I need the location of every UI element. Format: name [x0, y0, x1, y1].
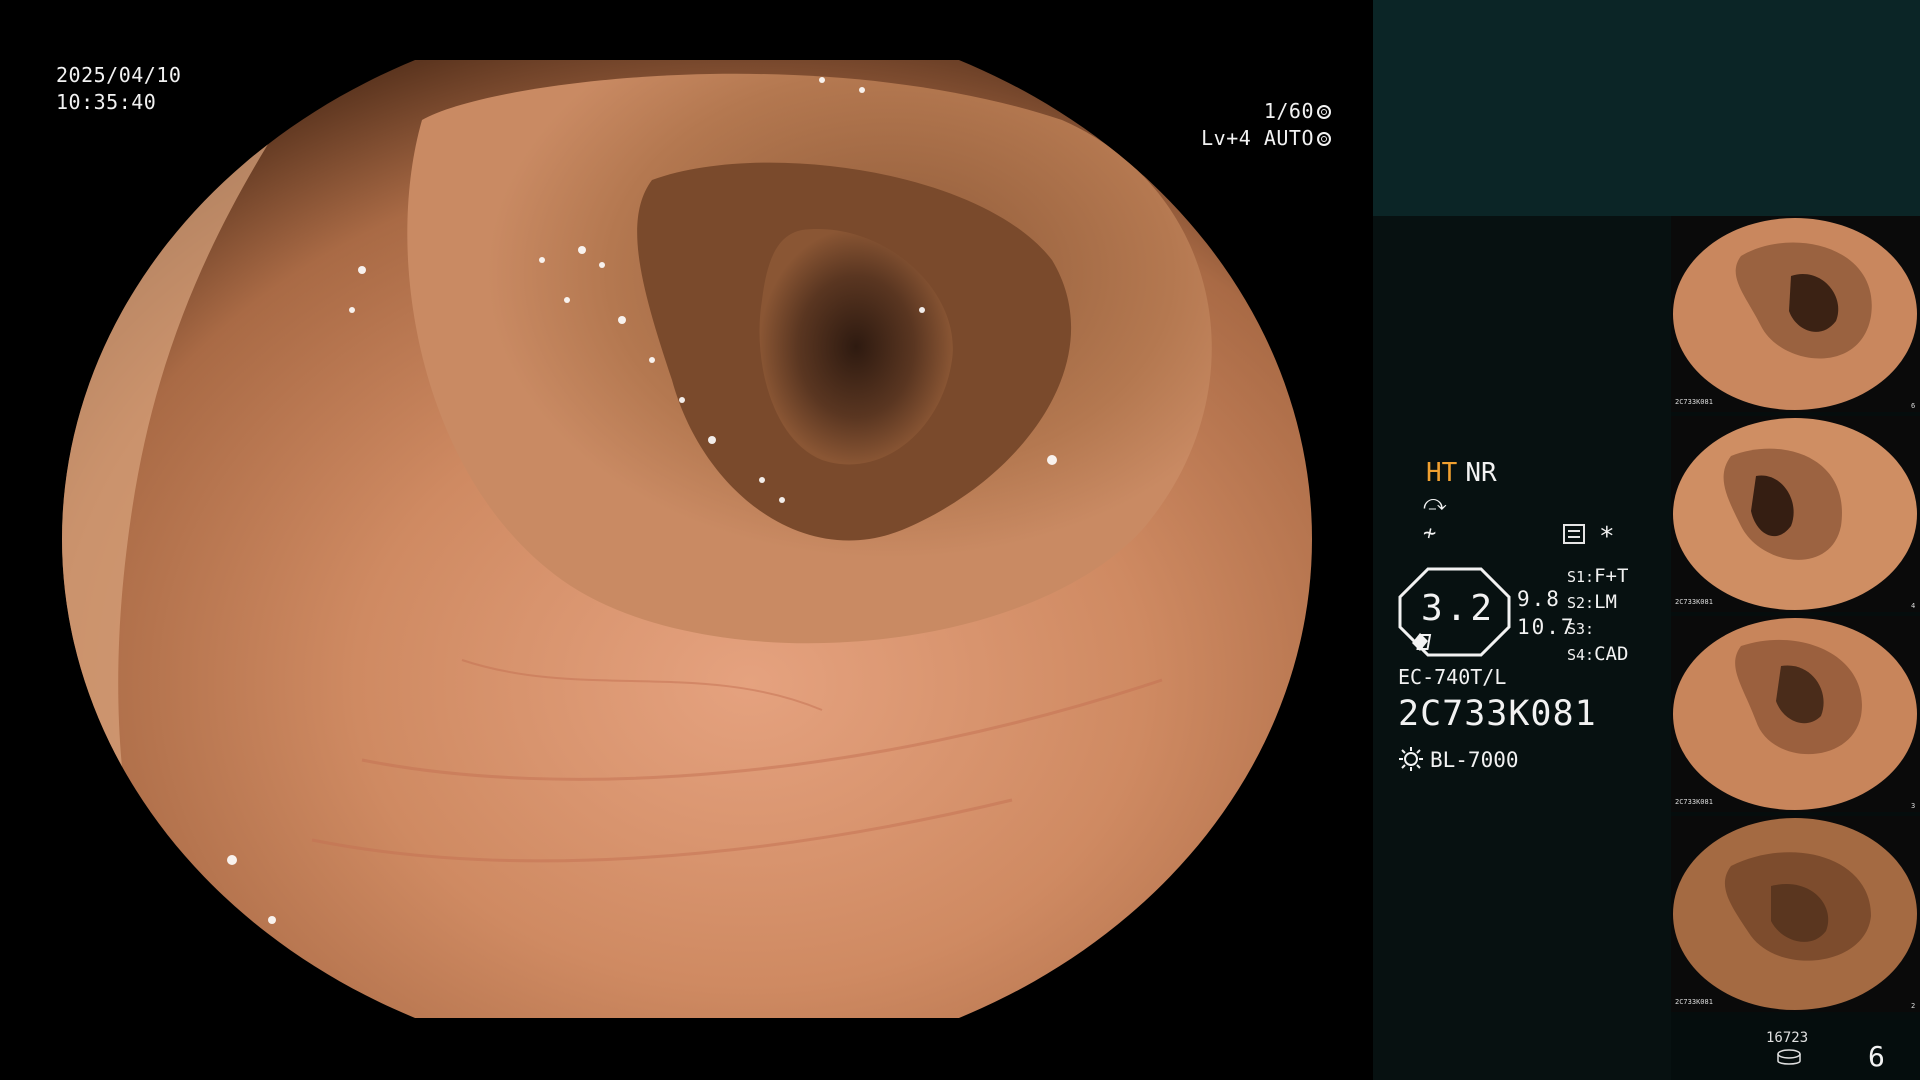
switch-row: S3: [1567, 620, 1595, 638]
zoom-value: 3.2 [1420, 588, 1496, 629]
mode-indicator: HT NR [1426, 458, 1497, 488]
scope-model: EC-740T/L [1398, 665, 1507, 689]
side-panel: HT NR ⤼ ≁ * 3.2 9.8 10.7 S1:F+T S2:LM S3:… [1373, 0, 1920, 1080]
level-text: Lv+4 AUTO [1201, 126, 1314, 150]
capture-thumbnail[interactable]: 2C733K081 6 [1671, 216, 1920, 412]
storage-icon [1777, 1049, 1801, 1065]
light-source-icon [1399, 747, 1423, 771]
capture-thumbnail[interactable]: 2C733K081 3 [1671, 616, 1920, 812]
date-time-overlay: 2025/04/10 10:35:40 [56, 62, 181, 116]
switch-row: S4:CAD [1567, 643, 1629, 665]
svg-text:6: 6 [1911, 402, 1915, 410]
scope-serial: 2C733K081 [1398, 694, 1597, 734]
svg-text:2C733K081: 2C733K081 [1675, 598, 1713, 606]
light-source-row: BL-7000 [1398, 746, 1519, 772]
svg-text:4: 4 [1911, 602, 1915, 610]
svg-text:2C733K081: 2C733K081 [1675, 798, 1713, 806]
endoscope-image [62, 60, 1312, 1018]
settings-icon [1563, 524, 1585, 544]
shutter-text: 1/60 [1263, 99, 1314, 123]
zoom-value-a: 9.8 [1517, 587, 1561, 611]
svg-text:2C733K081: 2C733K081 [1675, 398, 1713, 406]
filter-icon: ≁ [1423, 521, 1437, 546]
auto-iris-icon [1317, 132, 1331, 146]
page-number: 6 [1868, 1040, 1885, 1073]
shutter-icon [1317, 105, 1331, 119]
svg-text:2: 2 [1911, 1002, 1915, 1010]
capture-thumbnail[interactable]: 2C733K081 4 [1671, 416, 1920, 612]
switch-row: S2:LM [1567, 591, 1617, 613]
light-source-text: BL-7000 [1430, 748, 1519, 772]
date-text: 2025/04/10 [56, 63, 182, 87]
time-text: 10:35:40 [56, 90, 157, 114]
panel-header-area [1373, 0, 1920, 216]
enhancement-icon: ⤼ [1423, 491, 1447, 516]
star-icon: * [1599, 522, 1615, 552]
endoscope-view: 2025/04/10 10:35:40 1/60 Lv+4 AUTO [0, 0, 1373, 1080]
svg-text:2C733K081: 2C733K081 [1675, 998, 1713, 1006]
mode-ht: HT [1426, 458, 1458, 488]
exposure-overlay: 1/60 Lv+4 AUTO [1201, 98, 1331, 152]
capture-thumbnail[interactable]: 2C733K081 2 [1671, 816, 1920, 1012]
svg-text:3: 3 [1911, 802, 1915, 810]
storage-count: 16723 [1766, 1030, 1809, 1046]
switch-row: S1:F+T [1567, 565, 1629, 587]
switch-list: S1:F+T S2:LM S3: S4:CAD [1567, 564, 1628, 668]
info-panel: HT NR ⤼ ≁ * 3.2 9.8 10.7 S1:F+T S2:LM S3:… [1373, 216, 1671, 1080]
mode-nr: NR [1465, 458, 1497, 488]
